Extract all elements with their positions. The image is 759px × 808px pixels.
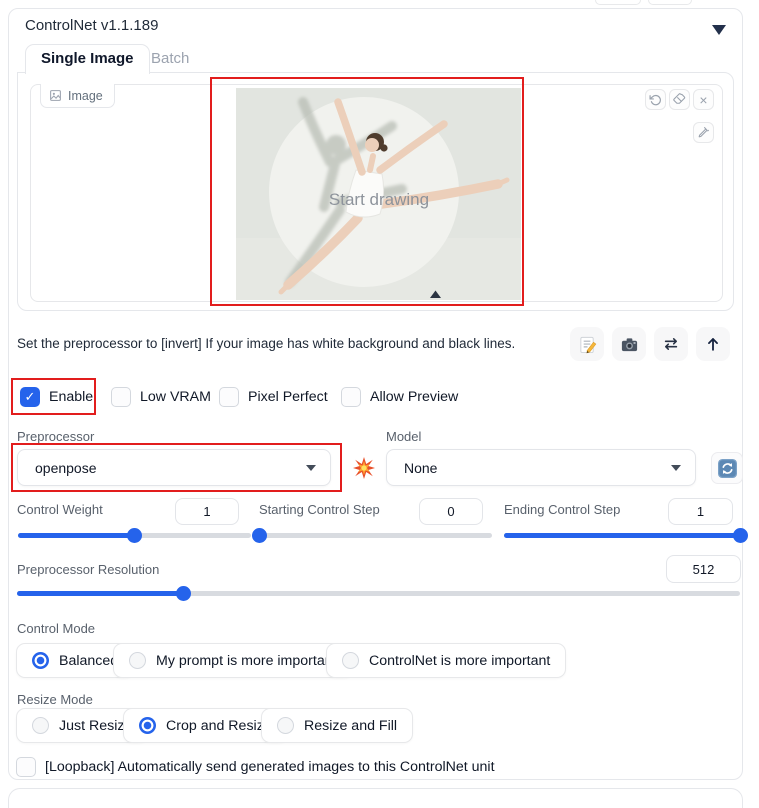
- collapse-triangle-icon[interactable]: [712, 25, 726, 35]
- preprocessor-note: Set the preprocessor to [invert] If your…: [17, 336, 562, 351]
- ending-step-label: Ending Control Step: [504, 502, 620, 517]
- cropped-ui-remnant: [595, 0, 641, 5]
- run-preprocessor-boom-icon[interactable]: [350, 454, 378, 482]
- checkbox-pixel-perfect[interactable]: Pixel Perfect: [219, 387, 328, 407]
- picture-icon: [49, 89, 62, 102]
- radio-controlnet-important[interactable]: ControlNet is more important: [326, 643, 566, 678]
- image-drop-area[interactable]: Image: [30, 84, 723, 302]
- enable-checkbox-box[interactable]: ✓: [20, 387, 40, 407]
- start-drawing-overlay: Start drawing: [329, 190, 429, 209]
- ending-step-slider[interactable]: [504, 533, 740, 538]
- radio-icon: [129, 652, 146, 669]
- starting-step-input[interactable]: [419, 498, 483, 525]
- low-vram-checkbox-box[interactable]: [111, 387, 131, 407]
- low-vram-label: Low VRAM: [140, 389, 211, 405]
- radio-label: ControlNet is more important: [369, 653, 550, 669]
- swap-arrows-icon[interactable]: [654, 327, 688, 361]
- eraser-icon[interactable]: [669, 89, 690, 110]
- checkbox-low-vram[interactable]: Low VRAM: [111, 387, 211, 407]
- close-icon[interactable]: ×: [693, 89, 714, 110]
- checkbox-allow-preview[interactable]: Allow Preview: [341, 387, 458, 407]
- allow-preview-label: Allow Preview: [370, 389, 458, 405]
- radio-icon: [277, 717, 294, 734]
- pixel-perfect-checkbox-box[interactable]: [219, 387, 239, 407]
- pixel-perfect-label: Pixel Perfect: [248, 389, 328, 405]
- ending-step-input[interactable]: [668, 498, 733, 525]
- slider-thumb[interactable]: [252, 528, 267, 543]
- radio-selected-icon: [139, 717, 156, 734]
- image-tag: Image: [40, 84, 115, 108]
- check-icon: ✓: [25, 389, 36, 405]
- model-dropdown[interactable]: None: [386, 449, 696, 486]
- preprocessor-dropdown[interactable]: openpose: [17, 449, 331, 486]
- panel-title: ControlNet v1.1.189: [25, 17, 158, 34]
- preprocessor-label: Preprocessor: [17, 429, 94, 444]
- model-label: Model: [386, 429, 421, 444]
- preprocessor-value: openpose: [35, 460, 97, 476]
- send-up-icon[interactable]: [696, 327, 730, 361]
- control-mode-label: Control Mode: [17, 621, 95, 636]
- camera-icon[interactable]: [612, 327, 646, 361]
- radio-icon: [342, 652, 359, 669]
- tab-single-image[interactable]: Single Image: [25, 44, 150, 74]
- radio-label: Crop and Resize: [166, 718, 272, 734]
- preprocessor-resolution-slider[interactable]: [17, 591, 740, 596]
- refresh-models-icon[interactable]: [711, 452, 743, 484]
- starting-step-slider[interactable]: [259, 533, 492, 538]
- uploaded-dancer-photo: Start drawing: [236, 88, 521, 300]
- checkbox-loopback[interactable]: [Loopback] Automatically send generated …: [16, 757, 495, 777]
- brush-icon[interactable]: [693, 122, 714, 143]
- loopback-label: [Loopback] Automatically send generated …: [45, 759, 495, 775]
- radio-label: My prompt is more important: [156, 653, 337, 669]
- model-value: None: [404, 460, 437, 476]
- close-glyph: ×: [699, 93, 707, 107]
- single-image-tab-content: Image: [17, 72, 734, 311]
- undo-icon[interactable]: [645, 89, 666, 110]
- image-tag-label: Image: [68, 89, 103, 103]
- tab-batch[interactable]: Batch: [143, 44, 197, 74]
- allow-preview-checkbox-box[interactable]: [341, 387, 361, 407]
- enable-label: Enable: [49, 389, 93, 405]
- chevron-down-icon: [671, 465, 681, 471]
- controlnet-panel: ControlNet v1.1.189 Single Image Batch I…: [8, 8, 743, 780]
- control-weight-input[interactable]: [175, 498, 239, 525]
- loopback-checkbox-box[interactable]: [16, 757, 36, 777]
- control-weight-slider[interactable]: [18, 533, 251, 538]
- radio-my-prompt[interactable]: My prompt is more important: [113, 643, 353, 678]
- control-weight-label: Control Weight: [17, 502, 103, 517]
- slider-thumb[interactable]: [733, 528, 748, 543]
- cropped-ui-remnant: [648, 0, 692, 5]
- starting-step-label: Starting Control Step: [259, 502, 380, 517]
- slider-thumb[interactable]: [176, 586, 191, 601]
- resize-mode-label: Resize Mode: [17, 692, 93, 707]
- slider-thumb[interactable]: [127, 528, 142, 543]
- preprocessor-resolution-input[interactable]: [666, 555, 741, 583]
- next-accordion-panel: [8, 788, 743, 808]
- radio-resize-and-fill[interactable]: Resize and Fill: [261, 708, 413, 743]
- checkbox-enable[interactable]: ✓ Enable: [20, 387, 93, 407]
- radio-icon: [32, 717, 49, 734]
- radio-label: Balanced: [59, 653, 118, 669]
- radio-label: Just Resize: [59, 718, 132, 734]
- radio-selected-icon: [32, 652, 49, 669]
- radio-label: Resize and Fill: [304, 718, 397, 734]
- memo-new-canvas-icon[interactable]: [570, 327, 604, 361]
- chevron-down-icon: [306, 465, 316, 471]
- preprocessor-resolution-label: Preprocessor Resolution: [17, 562, 159, 577]
